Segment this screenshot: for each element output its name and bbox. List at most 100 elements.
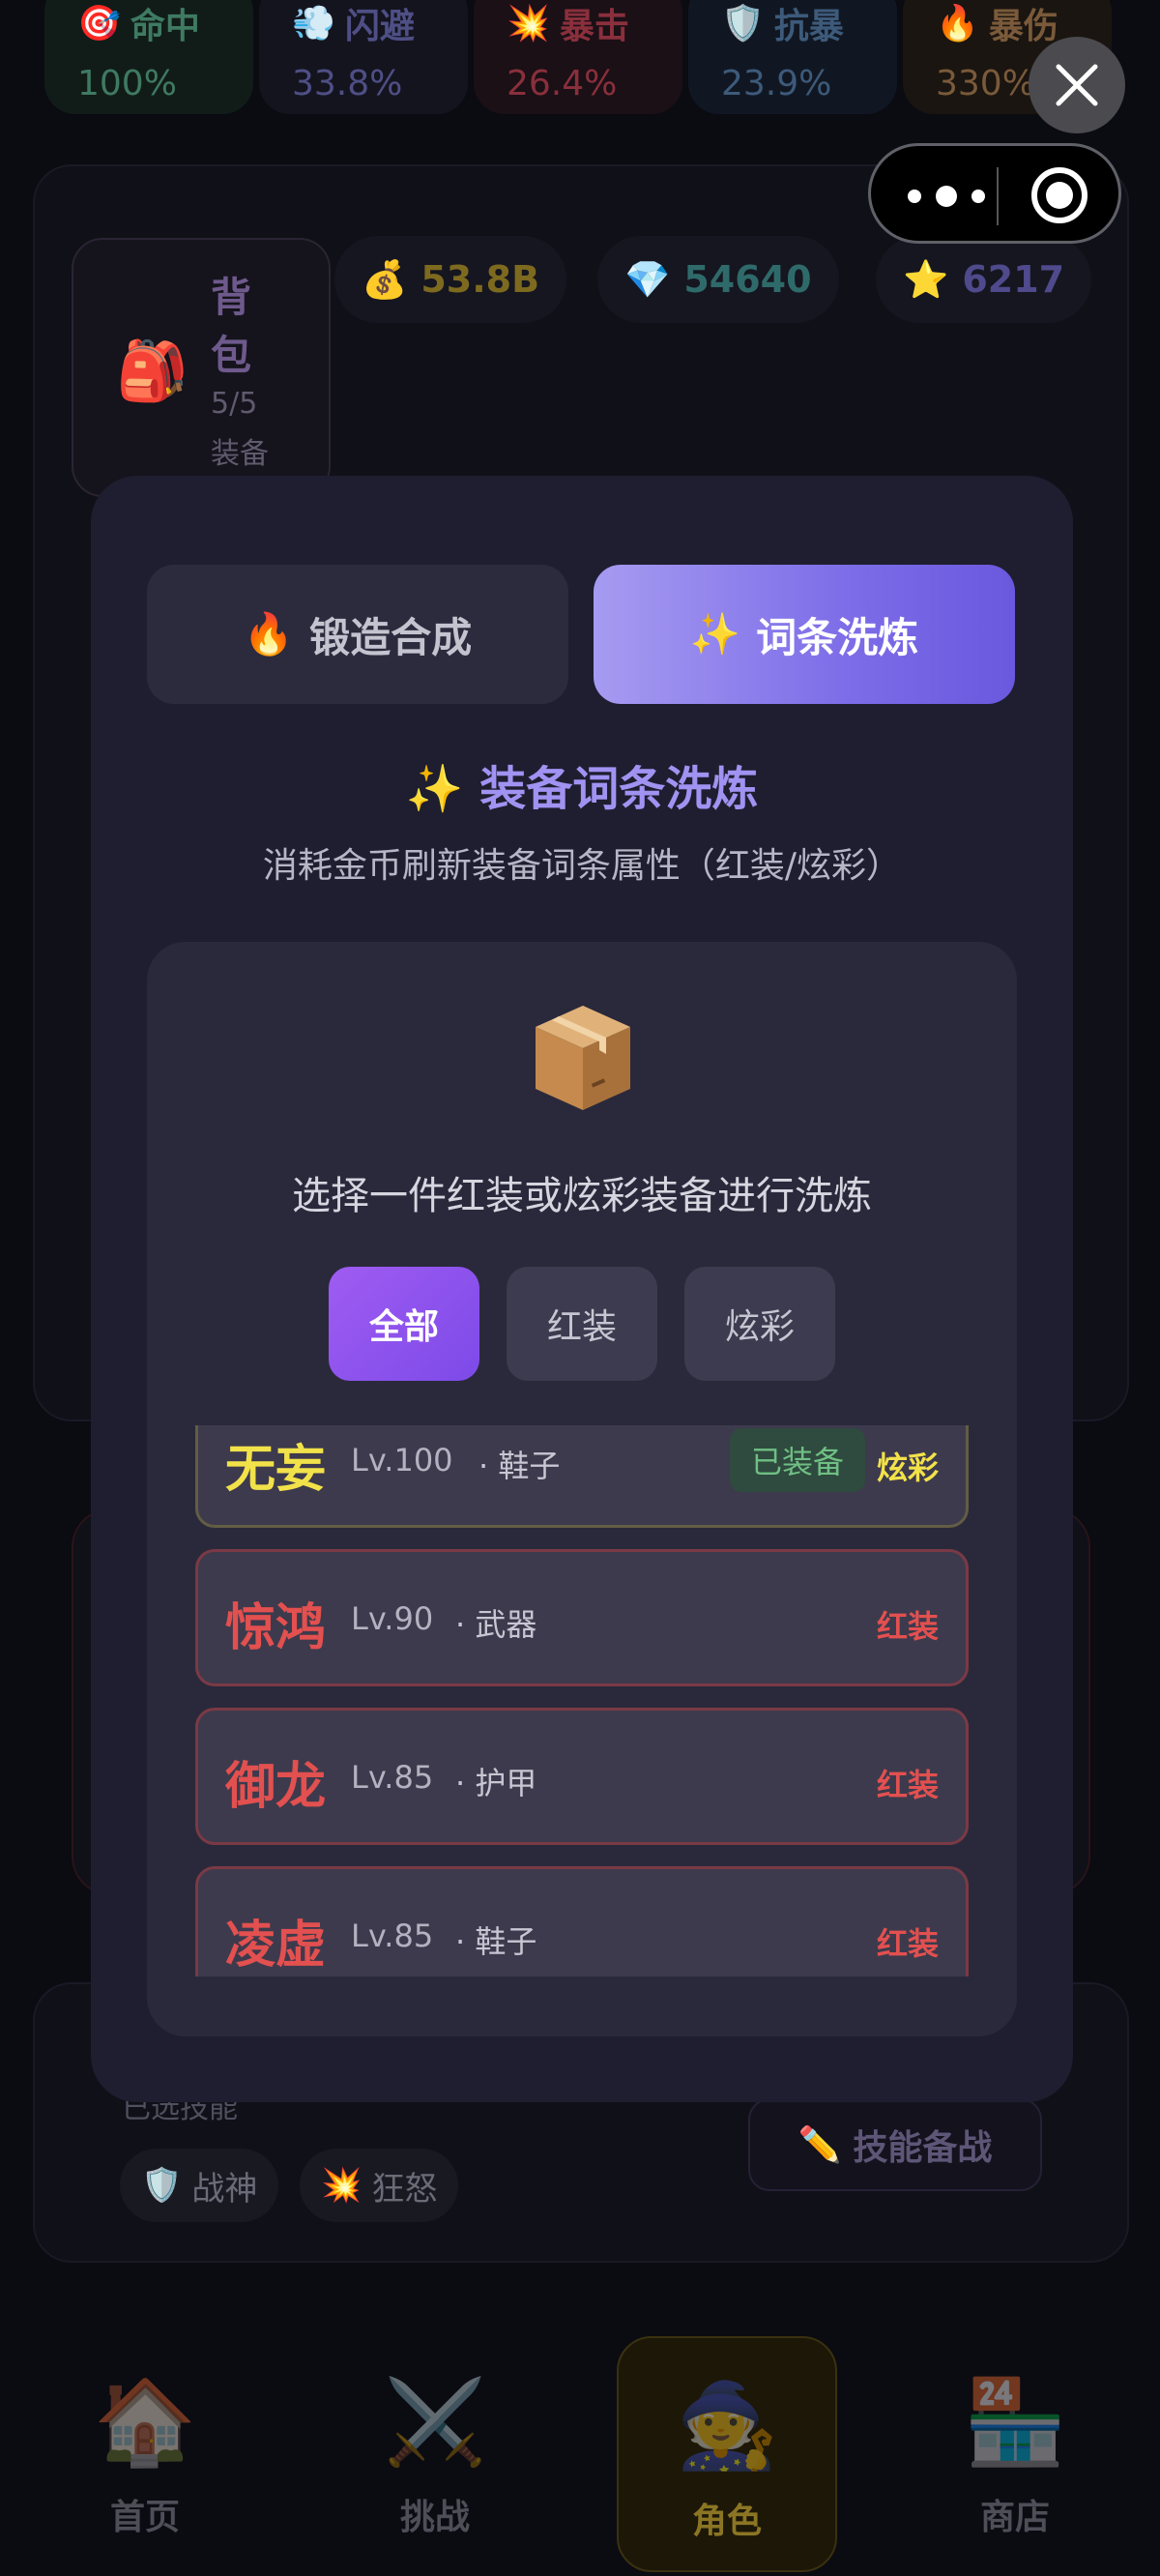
mage-icon: 🧙 — [675, 2378, 779, 2474]
stat-card-hit: 🎯 命中 100% — [44, 0, 253, 114]
crossed-swords-icon: ⚔️ — [383, 2374, 487, 2471]
item-slot: · 鞋子 — [455, 1923, 537, 1960]
tab-label: 商店 — [979, 2498, 1050, 2537]
rarity-label: 红装 — [876, 1767, 939, 1803]
rarity-label: 红装 — [876, 1608, 939, 1645]
stat-label: 暴伤 — [988, 7, 1058, 46]
diamond-balance: 💎 54640 — [597, 236, 839, 323]
skill-tag[interactable]: 💥 狂怒 — [300, 2149, 459, 2222]
item-name: 惊鸿 — [225, 1599, 327, 1657]
stat-value: 26.4% — [507, 64, 618, 103]
filter-red[interactable]: 红装 — [507, 1267, 657, 1381]
item-name: 无妄 — [225, 1441, 327, 1499]
filter-all[interactable]: 全部 — [329, 1267, 479, 1381]
skill-prepare-button[interactable]: ✏️ 技能备战 — [748, 2098, 1042, 2191]
bag-subtitle: 装备 — [211, 437, 269, 471]
package-icon — [536, 1006, 630, 1110]
star-value: 6217 — [962, 258, 1065, 301]
item-level: Lv.90 — [351, 1600, 434, 1637]
stat-value: 33.8% — [292, 64, 403, 103]
skill-prepare-label: 技能备战 — [853, 2128, 993, 2168]
stats-row: 🎯 命中 100% 💨 闪避 33.8% 💥 暴击 26.4% 🛡️ 抗暴 23.9% … — [44, 0, 1137, 116]
fire-icon: 🔥 — [243, 610, 295, 658]
skill-tag[interactable]: 🛡️ 战神 — [120, 2149, 279, 2222]
tab-label: 首页 — [109, 2498, 180, 2537]
rarity-label: 红装 — [876, 1925, 939, 1962]
diamond-value: 54640 — [683, 258, 812, 301]
miniprogram-capsule — [868, 143, 1121, 244]
list-item[interactable]: 惊鸿 Lv.90 · 武器 红装 — [195, 1549, 969, 1686]
equipment-list[interactable]: 无妄 Lv.100 · 鞋子 已装备 炫彩 惊鸿 Lv.90 · 武器 红装 御… — [195, 1425, 969, 1976]
skill-tag-label: 战神 — [191, 2169, 258, 2209]
item-level: Lv.85 — [351, 1917, 434, 1954]
shield-icon: 🛡️ — [721, 4, 765, 44]
equipped-badge: 已装备 — [729, 1428, 865, 1492]
close-button[interactable] — [1029, 37, 1125, 133]
list-item[interactable]: 凌虚 Lv.85 · 鞋子 红装 — [195, 1866, 969, 1976]
list-item[interactable]: 无妄 Lv.100 · 鞋子 已装备 炫彩 — [195, 1425, 969, 1528]
sparkles-icon: ✨ — [689, 610, 741, 658]
item-slot: · 护甲 — [455, 1765, 537, 1801]
explosion-icon: 💥 — [321, 2166, 362, 2205]
skill-tag-label: 狂怒 — [371, 2169, 438, 2209]
stat-label: 命中 — [130, 7, 200, 46]
tab-label: 角色 — [691, 2502, 762, 2541]
stat-card-crit: 💥 暴击 26.4% — [474, 0, 682, 114]
refine-modal: 🔥 锻造合成 ✨ 词条洗炼 ✨ 装备词条洗炼 消耗金币刷新装备词条属性（红装/炫… — [91, 476, 1073, 2102]
target-icon: 🎯 — [77, 4, 121, 44]
stat-value: 23.9% — [721, 64, 832, 103]
modal-title: ✨ 装备词条洗炼 — [91, 750, 1073, 818]
shield-icon: 🛡️ — [141, 2166, 183, 2205]
tab-forge[interactable]: 🔥 锻造合成 — [147, 565, 568, 704]
bag-title: 背包 — [211, 274, 252, 379]
close-icon — [1056, 64, 1098, 106]
equipment-selector: 选择一件红装或炫彩装备进行洗炼 全部 红装 炫彩 无妄 Lv.100 · 鞋子 … — [147, 942, 1017, 2036]
tab-forge-label: 锻造合成 — [309, 613, 473, 661]
backpack-icon: 🎒 — [116, 337, 188, 405]
star-icon: ⭐ — [903, 257, 949, 301]
rarity-label: 炫彩 — [876, 1449, 939, 1486]
bottom-tabbar: 🏠 首页 ⚔️ 挑战 🧙 角色 🏪 商店 — [0, 2321, 1160, 2576]
tab-refine[interactable]: ✨ 词条洗炼 — [594, 565, 1015, 704]
select-prompt: 选择一件红装或炫彩装备进行洗炼 — [292, 1174, 872, 1218]
tab-shop[interactable]: 🏪 商店 — [918, 2369, 1112, 2562]
modal-title-text: 装备词条洗炼 — [479, 762, 759, 816]
tab-character[interactable]: 🧙 角色 — [617, 2336, 837, 2572]
capsule-divider — [997, 167, 999, 225]
pencil-icon: ✏️ — [798, 2125, 842, 2165]
store-icon: 🏪 — [963, 2374, 1067, 2471]
tab-challenge[interactable]: ⚔️ 挑战 — [338, 2369, 532, 2562]
tab-refine-label: 词条洗炼 — [756, 613, 919, 661]
stat-value: 100% — [77, 64, 177, 103]
item-slot: · 鞋子 — [478, 1448, 561, 1484]
filter-dazzle[interactable]: 炫彩 — [684, 1267, 835, 1381]
sparkles-icon: ✨ — [405, 762, 464, 816]
stat-card-crit-resist: 🛡️ 抗暴 23.9% — [688, 0, 897, 114]
house-icon: 🏠 — [93, 2374, 197, 2471]
item-name: 御龙 — [225, 1758, 327, 1816]
item-level: Lv.100 — [351, 1442, 453, 1478]
stat-card-dodge: 💨 闪避 33.8% — [259, 0, 468, 114]
tab-home[interactable]: 🏠 首页 — [48, 2369, 242, 2562]
stat-label: 抗暴 — [773, 7, 844, 46]
stat-label: 暴击 — [559, 7, 629, 46]
fire-icon: 🔥 — [936, 4, 979, 44]
modal-subtitle: 消耗金币刷新装备词条属性（红装/炫彩） — [262, 846, 902, 886]
item-slot: · 武器 — [455, 1606, 537, 1643]
explosion-icon: 💥 — [507, 4, 550, 44]
item-level: Lv.85 — [351, 1759, 434, 1796]
star-balance: ⭐ 6217 — [876, 236, 1092, 323]
bag-count: 5/5 — [211, 387, 258, 421]
exit-target-icon[interactable] — [1031, 167, 1088, 223]
more-icon[interactable] — [908, 179, 985, 214]
money-bag-icon: 💰 — [362, 257, 408, 301]
gold-value: 53.8B — [420, 258, 540, 301]
list-item[interactable]: 御龙 Lv.85 · 护甲 红装 — [195, 1708, 969, 1845]
item-name: 凌虚 — [225, 1917, 327, 1975]
tab-label: 挑战 — [399, 2498, 470, 2537]
stat-label: 闪避 — [344, 7, 415, 46]
dash-icon: 💨 — [292, 4, 335, 44]
bag-button[interactable]: 🎒 背包 5/5 装备 — [72, 238, 331, 497]
diamond-icon: 💎 — [624, 257, 671, 301]
gold-balance: 💰 53.8B — [334, 236, 567, 323]
